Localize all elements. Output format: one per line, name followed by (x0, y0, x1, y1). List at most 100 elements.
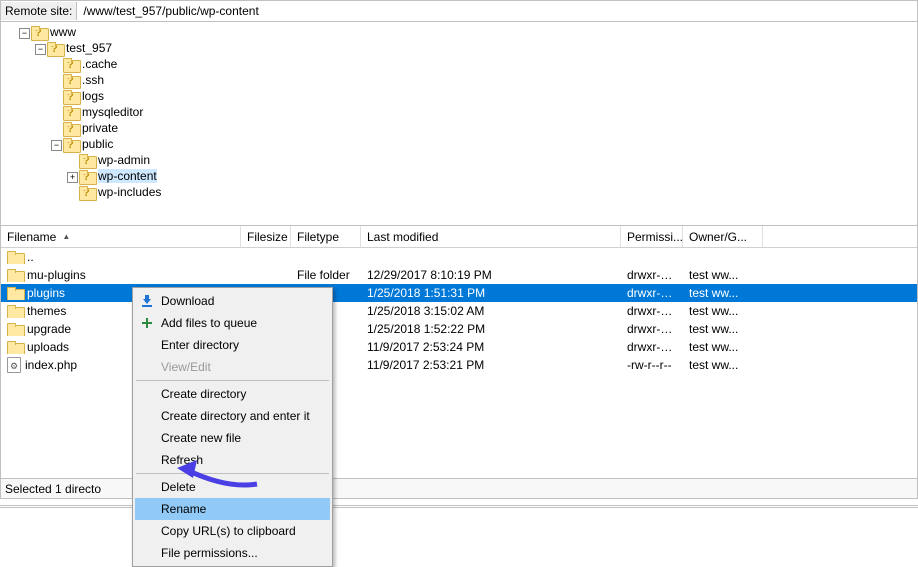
collapse-icon[interactable]: − (35, 44, 46, 55)
cell-owner: test ww... (683, 322, 763, 336)
menu-separator (136, 380, 329, 381)
cell-perm: drwxr-xr-x (621, 268, 683, 282)
tree-label: logs (82, 89, 104, 103)
sort-caret-icon: ▲ (62, 232, 70, 241)
column-permissions[interactable]: Permissi... (621, 226, 683, 247)
tree-label: www (50, 25, 76, 39)
tree-label: wp-content (98, 169, 157, 183)
cell-type: File folder (291, 268, 361, 282)
tree-label: mysqleditor (82, 105, 143, 119)
status-text: Selected 1 directo (5, 482, 101, 496)
cell-perm: drwxr-xr-x (621, 322, 683, 336)
remote-site-bar: Remote site: /www/test_957/public/wp-con… (0, 0, 918, 22)
tree-label: .ssh (82, 73, 104, 87)
folder-icon: ? (63, 122, 79, 135)
folder-icon: ? (79, 170, 95, 183)
menu-rename[interactable]: Rename (135, 498, 330, 520)
tree-label: public (82, 137, 113, 151)
tree-item-wp-includes[interactable]: ?wp-includes (1, 184, 917, 200)
folder-icon (7, 305, 23, 318)
filename-label: index.php (25, 358, 77, 372)
menu-refresh[interactable]: Refresh (135, 449, 330, 471)
php-file-icon: ⚙ (7, 357, 21, 373)
list-header: Filename▲ Filesize Filetype Last modifie… (1, 226, 917, 248)
tree-item-public[interactable]: −?public (1, 136, 917, 152)
folder-icon (7, 323, 23, 336)
folder-icon: ? (79, 154, 95, 167)
filename-label: mu-plugins (27, 268, 86, 282)
tree-item-private[interactable]: ?private (1, 120, 917, 136)
download-icon (139, 293, 155, 309)
remote-site-label: Remote site: (1, 2, 77, 20)
menu-download[interactable]: Download (135, 290, 330, 312)
column-filename[interactable]: Filename▲ (1, 226, 241, 247)
menu-add-to-queue[interactable]: Add files to queue (135, 312, 330, 334)
tree-item-wp-content[interactable]: +?wp-content (1, 168, 917, 184)
tree-item-test-957[interactable]: −?test_957 (1, 40, 917, 56)
column-filetype[interactable]: Filetype (291, 226, 361, 247)
cell-perm: drwxr-xr-x (621, 304, 683, 318)
menu-copy-url[interactable]: Copy URL(s) to clipboard (135, 520, 330, 542)
expand-icon[interactable]: + (67, 172, 78, 183)
menu-enter-directory[interactable]: Enter directory (135, 334, 330, 356)
parent-folder-icon (7, 251, 23, 264)
folder-icon: ? (31, 26, 47, 39)
menu-create-directory[interactable]: Create directory (135, 383, 330, 405)
folder-icon: ? (79, 186, 95, 199)
tree-item-wp-admin[interactable]: ?wp-admin (1, 152, 917, 168)
column-lastmodified[interactable]: Last modified (361, 226, 621, 247)
tree-item-mysqleditor[interactable]: ?mysqleditor (1, 104, 917, 120)
cell-mod: 1/25/2018 3:15:02 AM (361, 304, 621, 318)
filename-label: .. (27, 250, 34, 264)
list-row-mu-plugins[interactable]: mu-plugins File folder12/29/2017 8:10:19 … (1, 266, 917, 284)
add-queue-icon (139, 315, 155, 331)
cell-mod: 1/25/2018 1:52:22 PM (361, 322, 621, 336)
list-row-parent[interactable]: .. (1, 248, 917, 266)
tree-label: .cache (82, 57, 117, 71)
collapse-icon[interactable]: − (19, 28, 30, 39)
cell-perm: drwxr-xr-x (621, 286, 683, 300)
tree-label: wp-includes (98, 185, 161, 199)
menu-delete[interactable]: Delete (135, 476, 330, 498)
menu-view-edit: View/Edit (135, 356, 330, 378)
tree-item--cache[interactable]: ?.cache (1, 56, 917, 72)
folder-icon: ? (63, 90, 79, 103)
cell-owner: test ww... (683, 286, 763, 300)
cell-mod: 11/9/2017 2:53:21 PM (361, 358, 621, 372)
tree-item-www[interactable]: −?www (1, 24, 917, 40)
tree-label: wp-admin (98, 153, 150, 167)
cell-perm: drwxr-xr-x (621, 340, 683, 354)
filename-label: uploads (27, 340, 69, 354)
cell-owner: test ww... (683, 340, 763, 354)
cell-perm: -rw-r--r-- (621, 358, 683, 372)
cell-mod: 11/9/2017 2:53:24 PM (361, 340, 621, 354)
filename-label: upgrade (27, 322, 71, 336)
filename-label: plugins (27, 286, 65, 300)
folder-icon: ? (63, 106, 79, 119)
context-menu: Download Add files to queue Enter direct… (132, 287, 333, 567)
menu-create-directory-enter[interactable]: Create directory and enter it (135, 405, 330, 427)
folder-icon (7, 269, 23, 282)
cell-mod: 12/29/2017 8:10:19 PM (361, 268, 621, 282)
cell-owner: test ww... (683, 358, 763, 372)
tree-item--ssh[interactable]: ?.ssh (1, 72, 917, 88)
cell-owner: test ww... (683, 268, 763, 282)
folder-icon: ? (47, 42, 63, 55)
tree-label: test_957 (66, 41, 112, 55)
cell-owner: test ww... (683, 304, 763, 318)
column-owner[interactable]: Owner/G... (683, 226, 763, 247)
menu-separator (136, 473, 329, 474)
folder-icon: ? (63, 138, 79, 151)
collapse-icon[interactable]: − (51, 140, 62, 151)
cell-mod: 1/25/2018 1:51:31 PM (361, 286, 621, 300)
remote-site-path[interactable]: /www/test_957/public/wp-content (77, 2, 917, 20)
folder-icon: ? (63, 74, 79, 87)
menu-create-new-file[interactable]: Create new file (135, 427, 330, 449)
folder-icon (7, 287, 23, 300)
column-filesize[interactable]: Filesize (241, 226, 291, 247)
menu-file-permissions[interactable]: File permissions... (135, 542, 330, 564)
remote-tree-pane[interactable]: −?www−?test_957?.cache?.ssh?logs?mysqled… (0, 22, 918, 226)
tree-label: private (82, 121, 118, 135)
tree-item-logs[interactable]: ?logs (1, 88, 917, 104)
filename-label: themes (27, 304, 66, 318)
